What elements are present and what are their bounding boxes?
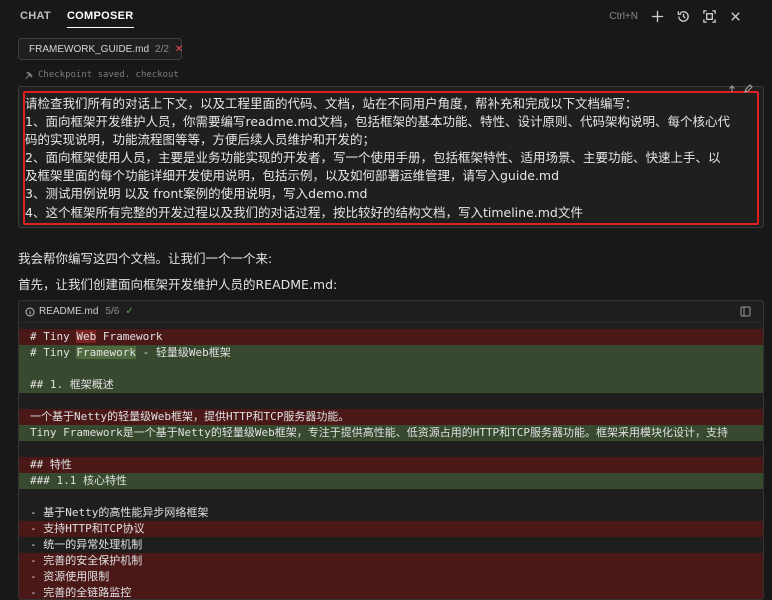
- info-icon: [25, 307, 35, 316]
- composer-header: CHAT COMPOSER Ctrl+N: [0, 0, 772, 32]
- code-line: # Tiny Web Framework: [19, 329, 763, 345]
- code-text: # Tiny: [30, 346, 77, 359]
- code-line: ## 1. 框架概述: [19, 377, 763, 393]
- code-line: - 完善的全链路监控: [19, 585, 763, 599]
- code-file-name[interactable]: README.md: [39, 306, 98, 317]
- context-file-chip[interactable]: FRAMEWORK_GUIDE.md 2/2 ✕: [18, 38, 183, 60]
- code-line: - 统一的异常处理机制: [19, 537, 763, 553]
- remove-file-icon[interactable]: ✕: [175, 44, 183, 55]
- code-text: - 统一的异常处理机制: [30, 538, 143, 551]
- code-block-header: README.md 5/6 ✓: [19, 301, 763, 323]
- code-text: Framework: [96, 330, 163, 343]
- history-icon[interactable]: [674, 7, 692, 25]
- header-actions: Ctrl+N: [609, 6, 744, 26]
- code-line: - 完善的安全保护机制: [19, 553, 763, 569]
- tab-composer[interactable]: COMPOSER: [66, 0, 134, 32]
- code-text: - 完善的全链路监控: [30, 586, 132, 599]
- code-text: - 资源使用限制: [30, 570, 110, 583]
- code-diff-count: 5/6: [105, 306, 120, 317]
- code-line: # Tiny Framework - 轻量级Web框架: [19, 345, 763, 361]
- code-line: [19, 361, 763, 377]
- new-shortcut-hint: Ctrl+N: [609, 10, 638, 22]
- code-text: - 基于Netty的高性能异步网络框架: [30, 506, 209, 519]
- code-line: - 资源使用限制: [19, 569, 763, 585]
- code-text: ## 1. 框架概述: [30, 378, 114, 391]
- code-text: ### 1.1 核心特性: [30, 474, 127, 487]
- code-lines: # Tiny Web Framework # Tiny Framework - 轻…: [19, 329, 763, 599]
- code-line: - 支持HTTP和TCP协议: [19, 521, 763, 537]
- close-icon[interactable]: [726, 7, 744, 25]
- maximize-icon[interactable]: [700, 7, 718, 25]
- applied-check-icon: ✓: [125, 306, 134, 317]
- checkpoint-text: Checkpoint saved. checkout: [38, 70, 179, 80]
- code-line: ### 1.1 核心特性: [19, 473, 763, 489]
- plus-icon[interactable]: [648, 7, 666, 25]
- code-text: 一个基于Netty的轻量级Web框架，提供HTTP和TCP服务器功能。: [30, 410, 350, 423]
- file-chip-count: 2/2: [155, 43, 169, 55]
- assistant-next-text: 首先，让我们创建面向框架开发维护人员的README.md:: [18, 277, 338, 292]
- pin-icon: [25, 70, 33, 79]
- code-line: ## 特性: [19, 457, 763, 473]
- user-message: 请检查我们所有的对话上下文，以及工程里面的代码、文档，站在不同用户角度，帮补充和…: [18, 84, 764, 228]
- code-line: Tiny Framework是一个基于Netty的轻量级Web框架，专注于提供高…: [19, 425, 763, 441]
- assistant-intro-text: 我会帮你编写这四个文档。让我们一个一个来:: [18, 251, 273, 266]
- message-action-icons: [727, 84, 753, 94]
- code-diff-highlight: Framework: [76, 346, 136, 359]
- code-text: - 轻量级Web框架: [135, 346, 231, 359]
- code-text: ## 特性: [30, 458, 72, 471]
- code-diff-highlight: Web: [76, 330, 97, 343]
- file-chip-name: FRAMEWORK_GUIDE.md: [29, 43, 150, 55]
- edit-icon[interactable]: [743, 84, 753, 94]
- code-text: Tiny Framework是一个基于Netty的轻量级Web框架，专注于提供高…: [30, 426, 729, 439]
- upload-icon[interactable]: [727, 84, 737, 94]
- red-annotation-box: [23, 91, 759, 225]
- copy-icon[interactable]: [740, 306, 751, 317]
- code-text: # Tiny: [30, 330, 77, 343]
- tab-chat[interactable]: CHAT: [20, 0, 51, 32]
- checkpoint-status[interactable]: Checkpoint saved. checkout: [24, 68, 179, 82]
- code-text: - 完善的安全保护机制: [30, 554, 143, 567]
- code-diff-block: README.md 5/6 ✓ # Tiny Web Framework # Ti…: [18, 300, 764, 600]
- code-line: - 基于Netty的高性能异步网络框架: [19, 505, 763, 521]
- code-text: - 支持HTTP和TCP协议: [30, 522, 145, 535]
- code-line: 一个基于Netty的轻量级Web框架，提供HTTP和TCP服务器功能。: [19, 409, 763, 425]
